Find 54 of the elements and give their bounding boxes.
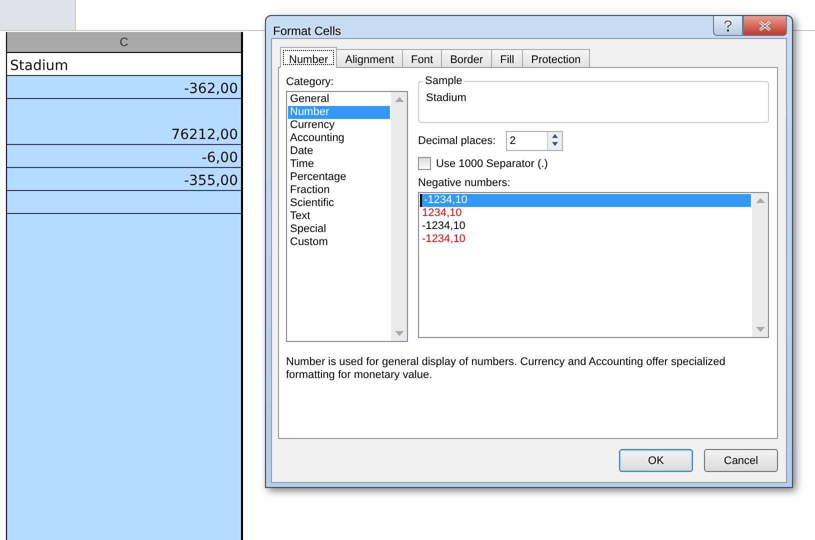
table-cell[interactable]: Stadium xyxy=(7,53,241,76)
table-cell[interactable]: 76212,00 xyxy=(7,99,241,145)
list-row[interactable]: -1234,10 xyxy=(420,233,751,246)
number-format-text: -1234,10 xyxy=(424,194,468,206)
sample-value: Stadium xyxy=(426,92,466,104)
table-cell[interactable]: -362,00 xyxy=(7,76,241,99)
list-item[interactable]: Text xyxy=(288,210,390,223)
list-row[interactable]: 1234,10 xyxy=(420,207,751,220)
separator-label: Use 1000 Separator (.) xyxy=(436,158,548,170)
list-item[interactable]: Scientific xyxy=(288,197,390,210)
list-item[interactable]: Percentage xyxy=(288,171,390,184)
decimal-places-label: Decimal places: xyxy=(418,135,496,147)
negative-numbers-label: Negative numbers: xyxy=(418,177,512,189)
dialog-button[interactable]: OK xyxy=(619,449,693,472)
close-button[interactable] xyxy=(743,16,787,36)
list-item[interactable]: Custom xyxy=(288,236,390,249)
tab[interactable]: Number xyxy=(280,47,338,68)
tab[interactable]: Font xyxy=(402,49,442,67)
column-header[interactable]: C xyxy=(7,32,241,53)
dialog-button[interactable]: Cancel xyxy=(704,449,778,472)
help-icon xyxy=(723,20,733,32)
window-title: Format Cells xyxy=(273,24,342,38)
scroll-down-icon xyxy=(394,331,404,336)
scrollbar[interactable] xyxy=(391,92,407,341)
list-item[interactable]: Date xyxy=(288,145,390,158)
scroll-up-icon xyxy=(756,198,764,203)
list-item[interactable]: Special xyxy=(288,223,390,236)
negative-numbers-list[interactable]: -1234,10 1234,10 -1234,10 -1234,10 xyxy=(418,192,769,338)
help-button[interactable] xyxy=(713,16,743,36)
tab[interactable]: Fill xyxy=(491,49,524,67)
category-list[interactable]: General Number Currency Accounting Date Time Percentage Fraction Scientific Text Special Custom xyxy=(286,91,408,342)
number-format-text: -1234,10 xyxy=(422,233,466,245)
scroll-up-icon xyxy=(394,97,404,102)
decimal-places-spinner[interactable]: 2 xyxy=(506,131,563,151)
category-label: Category: xyxy=(286,76,335,88)
list-item[interactable]: Fraction xyxy=(288,184,390,197)
number-format-text: 1234,10 xyxy=(422,207,462,219)
tab[interactable]: Alignment xyxy=(336,49,404,67)
number-format-text: -1234,10 xyxy=(422,220,466,232)
sample-label: Sample xyxy=(423,75,464,87)
tab[interactable]: Protection xyxy=(522,49,590,67)
scroll-down-icon xyxy=(756,327,764,332)
list-item[interactable]: Currency xyxy=(288,119,390,132)
table-cell[interactable]: -355,00 xyxy=(7,168,241,191)
list-row[interactable]: -1234,10 xyxy=(420,220,751,233)
checkbox[interactable] xyxy=(418,157,431,170)
tab[interactable]: Border xyxy=(441,49,492,67)
description-text: Number is used for general display of numbers. Currency and Accounting offer specialized formatting for monetary value. xyxy=(286,356,726,382)
list-item[interactable]: Time xyxy=(288,158,390,171)
scrollbar[interactable] xyxy=(752,193,768,337)
list-item[interactable]: General xyxy=(288,93,390,106)
close-icon xyxy=(759,20,771,30)
table-cell[interactable]: -6,00 xyxy=(7,145,241,168)
list-item[interactable]: Accounting xyxy=(288,132,390,145)
